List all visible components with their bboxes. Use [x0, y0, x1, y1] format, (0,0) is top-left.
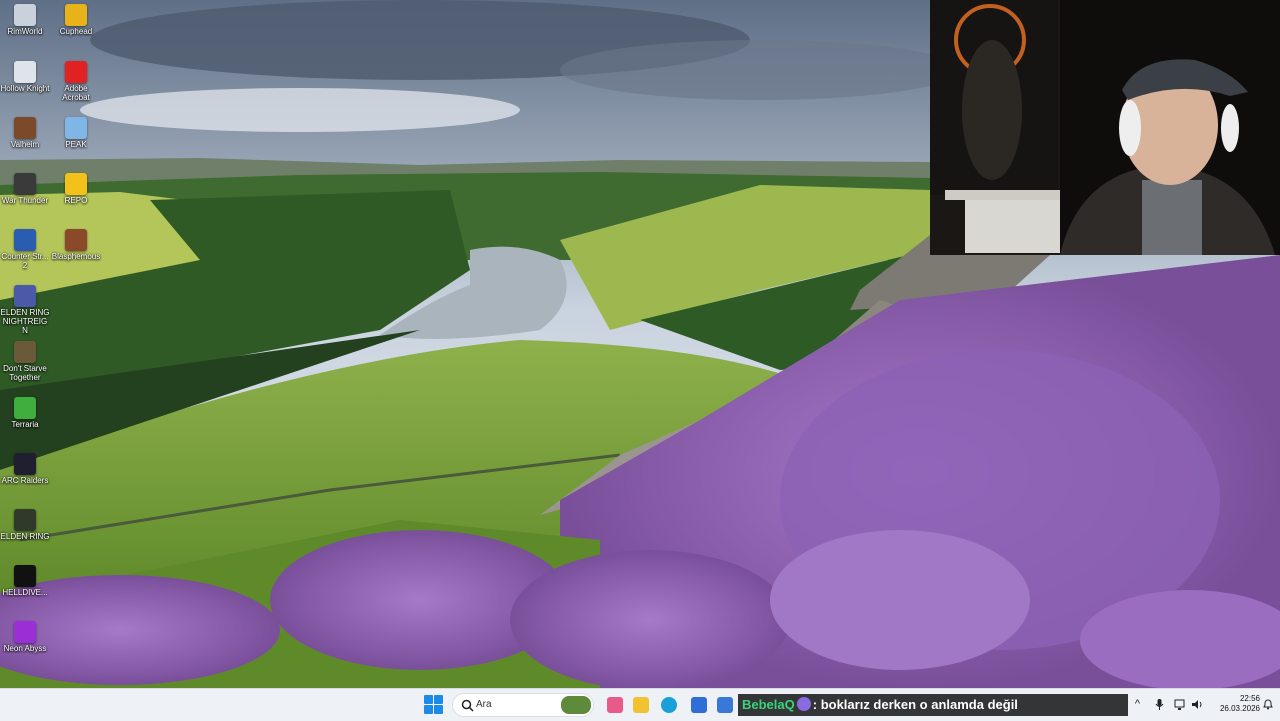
- desktop-icon-elden-ring[interactable]: ELDEN RING: [0, 505, 50, 541]
- desktop-icon-label: RimWorld: [7, 27, 43, 36]
- desktop-icon-war-thunder[interactable]: War Thunder: [0, 169, 50, 205]
- taskbar: Ara BebelaQ : boklarız derken o anlamda d…: [0, 688, 1280, 721]
- terraria-icon: [14, 397, 36, 419]
- desktop-icon-label: HELLDIVE...: [2, 588, 48, 597]
- network-icon[interactable]: [1174, 698, 1187, 711]
- taskbar-search-box[interactable]: Ara: [452, 693, 594, 717]
- war-thunder-icon: [14, 173, 36, 195]
- desktop-icon-blasphemous[interactable]: Blasphemous: [51, 225, 101, 261]
- desktop-icon-label: Don't Starve Together: [3, 364, 47, 382]
- news-icon: [607, 697, 623, 713]
- webcam-overlay: [930, 0, 1280, 255]
- windows-logo-icon: [424, 695, 433, 704]
- counter-strike-icon: [14, 229, 36, 251]
- store-icon: [691, 697, 707, 713]
- desktop-icon-valheim[interactable]: Valheim: [0, 113, 50, 149]
- desktop-icon-rimworld[interactable]: RimWorld: [0, 0, 50, 36]
- clock-date: 26.03.2026: [1219, 704, 1260, 713]
- valheim-icon: [14, 117, 36, 139]
- taskbar-app-mail[interactable]: [714, 694, 736, 716]
- search-placeholder: Ara: [476, 699, 492, 710]
- windows-logo-icon: [424, 705, 433, 714]
- repo-icon: [65, 173, 87, 195]
- desktop-icon-arc-raiders[interactable]: ARC Raiders: [0, 449, 50, 485]
- desktop-icon-dont-starve-together[interactable]: Don't Starve Together: [0, 337, 50, 382]
- desktop-icon-label: Terraria: [11, 420, 39, 429]
- desktop-icon-cuphead[interactable]: Cuphead: [51, 0, 101, 36]
- hollow-knight-icon: [14, 61, 36, 83]
- desktop-icon-label: Blasphemous: [51, 252, 101, 261]
- file-explorer-icon: [633, 697, 649, 713]
- cuphead-icon: [65, 4, 87, 26]
- search-icon: [461, 699, 474, 712]
- desktop-icon-helldivers[interactable]: HELLDIVE...: [0, 561, 50, 597]
- desktop-icon-label: ELDEN RING NIGHTREIGN: [0, 308, 50, 335]
- desktop-icon-label: ARC Raiders: [1, 476, 49, 485]
- taskbar-app-store[interactable]: [688, 694, 710, 716]
- desktop-icon-adobe-acrobat[interactable]: Adobe Acrobat: [51, 57, 101, 102]
- taskbar-app-edge[interactable]: [658, 694, 680, 716]
- show-hidden-icons-chevron[interactable]: ^: [1131, 698, 1144, 711]
- taskbar-app-news[interactable]: [604, 694, 626, 716]
- desktop-icon-elden-ring-nightreign[interactable]: ELDEN RING NIGHTREIGN: [0, 281, 50, 335]
- notification-bell-icon[interactable]: [1262, 698, 1274, 710]
- desktop-icon-terraria[interactable]: Terraria: [0, 393, 50, 429]
- desktop-icon-label: Hollow Knight: [0, 84, 50, 93]
- desktop-icon-area: RimWorld Cuphead Hollow Knight Adobe Acr…: [0, 0, 110, 688]
- desktop-icon-label: PEAK: [65, 140, 87, 149]
- elden-ring-icon: [14, 509, 36, 531]
- blasphemous-icon: [65, 229, 87, 251]
- search-highlight-image: [561, 696, 591, 714]
- windows-logo-icon: [434, 695, 443, 704]
- taskbar-app-file-explorer[interactable]: [630, 694, 652, 716]
- acrobat-icon: [65, 61, 87, 83]
- desktop-icon-repo[interactable]: REPO: [51, 169, 101, 205]
- chat-badge-icon: [796, 697, 811, 711]
- desktop-icon-label: ELDEN RING: [0, 532, 50, 541]
- rimworld-icon: [14, 4, 36, 26]
- edge-icon: [661, 697, 677, 713]
- desktop-icon-label: Valheim: [10, 140, 40, 149]
- peak-icon: [65, 117, 87, 139]
- desktop-icon-label: Neon Abyss: [3, 644, 47, 653]
- desktop-icon-label: War Thunder: [1, 196, 49, 205]
- start-button[interactable]: [424, 695, 444, 715]
- desktop-icon-label: Counter Str... 2: [1, 252, 49, 270]
- volume-icon[interactable]: [1191, 698, 1204, 711]
- windows-logo-icon: [434, 705, 443, 714]
- helldivers-icon: [14, 565, 36, 587]
- chat-username: BebelaQ: [742, 697, 795, 712]
- desktop-icon-counter-strike-2[interactable]: Counter Str... 2: [0, 225, 50, 270]
- desktop-icon-label: Cuphead: [59, 27, 93, 36]
- microphone-icon[interactable]: [1153, 698, 1166, 711]
- dont-starve-icon: [14, 341, 36, 363]
- neon-abyss-icon: [14, 621, 36, 643]
- arc-raiders-icon: [14, 453, 36, 475]
- stream-chat-overlay: BebelaQ : boklarız derken o anlamda değil: [738, 694, 1128, 716]
- desktop-icon-neon-abyss[interactable]: Neon Abyss: [0, 617, 50, 653]
- chat-message: : boklarız derken o anlamda değil: [812, 697, 1018, 712]
- elden-ring-nightreign-icon: [14, 285, 36, 307]
- desktop-icon-label: Adobe Acrobat: [62, 84, 90, 102]
- taskbar-clock[interactable]: 22:56 26.03.2026: [1212, 694, 1260, 714]
- mail-icon: [717, 697, 733, 713]
- webcam-feed: [930, 0, 1280, 255]
- desktop-icon-peak[interactable]: PEAK: [51, 113, 101, 149]
- desktop-icon-hollow-knight[interactable]: Hollow Knight: [0, 57, 50, 93]
- clock-time: 22:56: [1239, 694, 1260, 703]
- desktop-icon-label: REPO: [64, 196, 88, 205]
